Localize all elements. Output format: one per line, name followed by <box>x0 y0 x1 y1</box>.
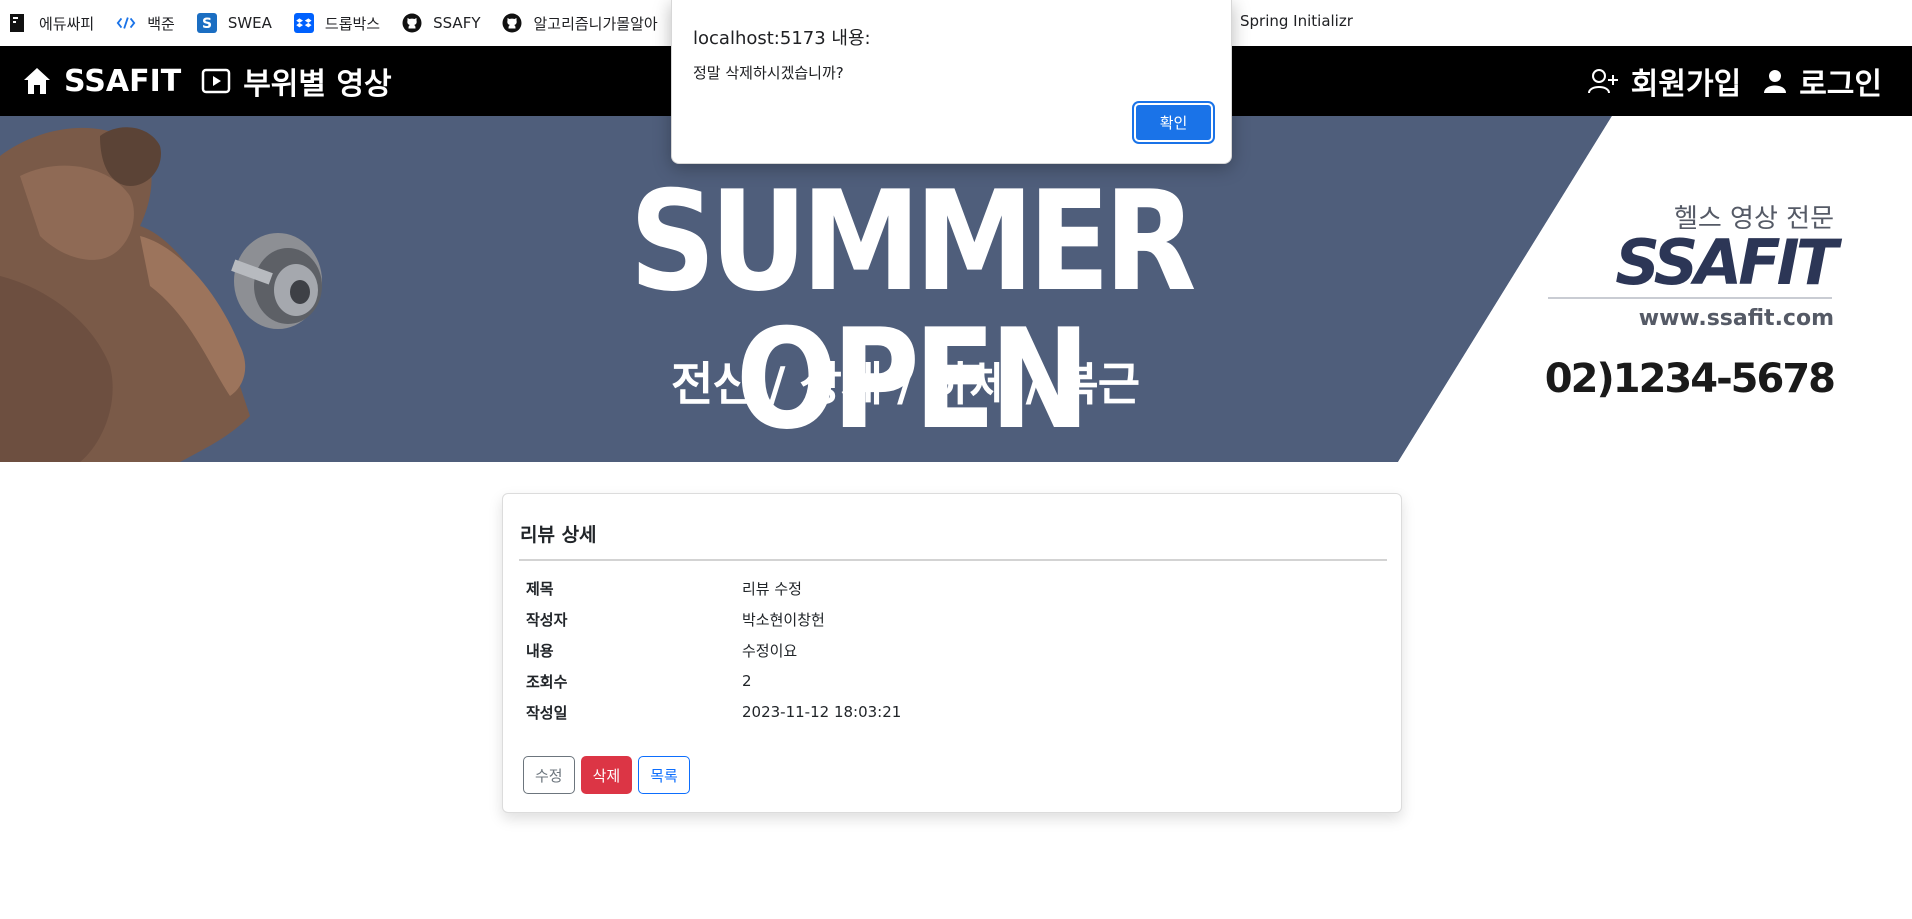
confirm-dialog: localhost:5173 내용: 정말 삭제하시겠습니까? 확인 <box>671 0 1232 164</box>
detail-row-title: 제목 리뷰 수정 <box>526 575 1376 601</box>
delete-button[interactable]: 삭제 <box>580 756 633 794</box>
bookmark-algorithm-github[interactable]: 알고리즘니가몰알아 <box>502 13 658 34</box>
row-value: 2 <box>742 672 752 690</box>
bookmark-ssafy-github[interactable]: SSAFY <box>402 13 480 33</box>
row-label: 작성일 <box>526 703 568 722</box>
nav-left: SSAFIT 부위별 영상 <box>22 46 412 116</box>
row-label: 제목 <box>526 579 554 598</box>
bookmark-label: 드롭박스 <box>324 14 381 33</box>
nav-login-link[interactable]: 로그인 <box>1763 59 1882 103</box>
row-label: 작성자 <box>526 610 568 629</box>
detail-row-author: 작성자 박소현이창헌 <box>526 606 1376 632</box>
edit-button[interactable]: 수정 <box>523 756 575 794</box>
banner-subline: 전신 / 상체 / 하체 / 복근 <box>670 357 1140 411</box>
login-label: 로그인 <box>1799 67 1882 102</box>
github-icon <box>502 13 522 33</box>
hero-banner: SUMMER OPEN 전신 / 상체 / 하체 / 복근 헬스 영상 전문 S… <box>0 116 1912 462</box>
bookmark-edussafy[interactable]: 에듀싸피 <box>8 13 94 34</box>
banner-phone: 02)1234-5678 <box>1544 356 1836 402</box>
code-brackets-icon <box>116 13 136 33</box>
action-buttons: 수정 삭제 목록 <box>523 756 696 794</box>
nav-videos-link[interactable]: 부위별 영상 <box>201 59 392 103</box>
bookmark-dropbox[interactable]: 드롭박스 <box>293 13 381 34</box>
detail-row-views: 조회수 2 <box>526 668 1376 694</box>
banner-logo: SSAFIT <box>1615 226 1838 299</box>
row-label: 내용 <box>526 641 554 660</box>
bookmark-spring-initializr[interactable]: Spring Initializr <box>1240 12 1353 30</box>
bookmark-label: 알고리즘니가몰알아 <box>533 14 658 33</box>
nav-signup-link[interactable]: 회원가입 <box>1587 59 1741 103</box>
detail-row-content: 내용 수정이요 <box>526 637 1376 663</box>
play-icon <box>201 68 231 94</box>
review-detail-card: 리뷰 상세 제목 리뷰 수정 작성자 박소현이창헌 내용 수정이요 조회수 2 … <box>502 493 1402 813</box>
list-button[interactable]: 목록 <box>638 756 690 794</box>
bookmark-label: SSAFY <box>433 14 481 32</box>
nav-brand-link[interactable]: SSAFIT <box>22 64 181 99</box>
row-value: 2023-11-12 18:03:21 <box>742 703 902 721</box>
bookmark-swea[interactable]: S SWEA <box>196 13 272 33</box>
row-value: 수정이요 <box>742 641 798 660</box>
brand-label: SSAFIT <box>64 63 182 99</box>
person-add-icon <box>1587 69 1618 94</box>
home-icon <box>24 68 50 94</box>
row-value: 박소현이창헌 <box>742 610 825 629</box>
bookmark-label: 에듀싸피 <box>39 14 95 33</box>
card-divider <box>519 559 1387 561</box>
row-label: 조회수 <box>526 672 568 691</box>
dropbox-icon <box>293 13 314 33</box>
row-value: 리뷰 수정 <box>742 579 802 598</box>
github-icon <box>402 13 422 33</box>
bookmark-label: SWEA <box>227 14 272 32</box>
bookmark-label: 백준 <box>147 14 175 33</box>
nav-right: 회원가입 로그인 <box>1565 46 1882 116</box>
banner-divider <box>1548 297 1832 299</box>
dialog-title: localhost:5173 내용: <box>693 28 871 49</box>
edussafy-icon <box>8 13 28 33</box>
signup-label: 회원가입 <box>1630 67 1742 102</box>
person-icon <box>1764 70 1787 93</box>
confirm-ok-button[interactable]: 확인 <box>1134 103 1213 142</box>
dialog-message: 정말 삭제하시겠습니까? <box>693 64 844 82</box>
bookmark-baekjoon[interactable]: 백준 <box>116 13 175 34</box>
card-title: 리뷰 상세 <box>520 524 597 546</box>
swea-icon: S <box>196 13 217 33</box>
banner-url: www.ssafit.com <box>1638 306 1834 331</box>
page: 에듀싸피 백준 S SWEA 드롭박스 SSAFY 알고리즘니가몰알아 Spri… <box>0 0 1912 919</box>
videos-label: 부위별 영상 <box>243 67 392 102</box>
svg-text:S: S <box>202 16 212 32</box>
detail-row-date: 작성일 2023-11-12 18:03:21 <box>526 699 1376 725</box>
